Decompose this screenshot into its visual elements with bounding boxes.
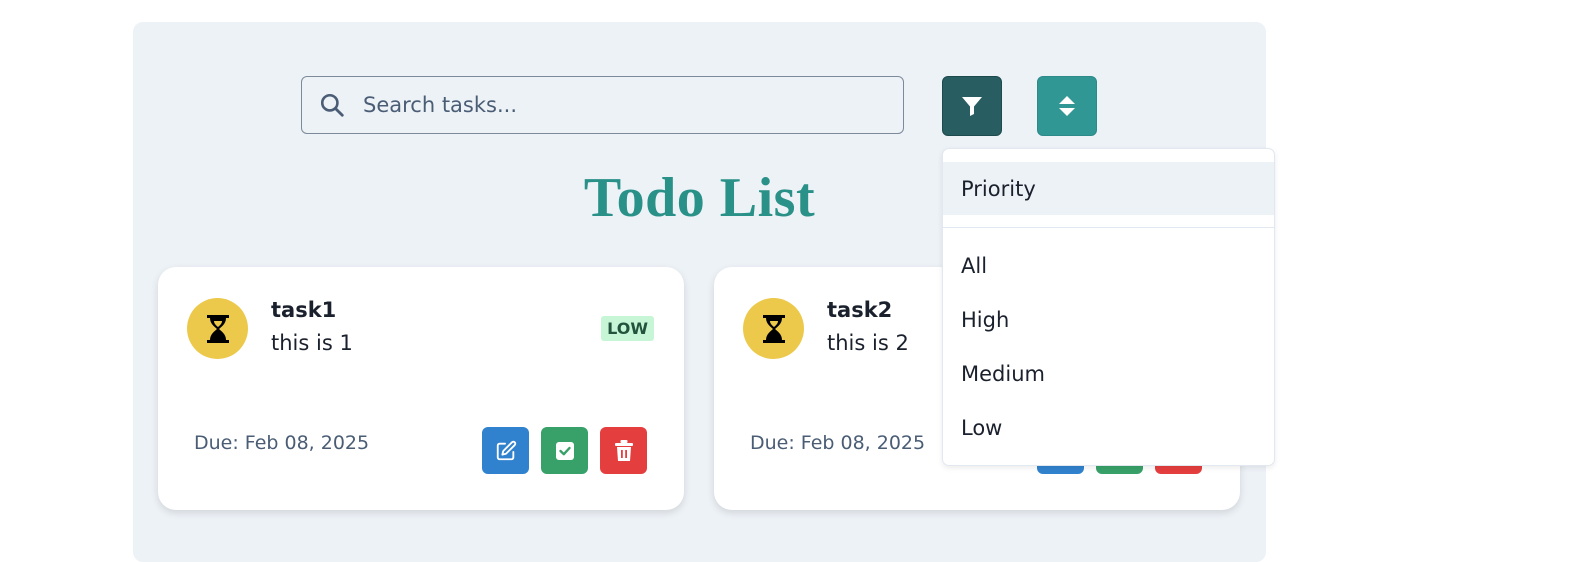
edit-icon (496, 440, 516, 460)
search-icon (320, 93, 344, 117)
sort-button[interactable] (1037, 76, 1097, 136)
search-box[interactable] (301, 76, 904, 134)
sort-icon (1059, 96, 1075, 116)
menu-item-low[interactable]: Low (961, 416, 1002, 440)
menu-divider (943, 227, 1274, 228)
delete-button[interactable] (600, 427, 647, 474)
filter-button[interactable] (942, 76, 1002, 136)
hourglass-icon (762, 314, 785, 343)
task-title: task1 (271, 298, 337, 322)
task-card: task1 this is 1 LOW Due: Feb 08, 2025 (158, 267, 684, 510)
status-avatar (743, 298, 804, 359)
menu-item-all[interactable]: All (961, 254, 987, 278)
menu-item-high[interactable]: High (961, 308, 1009, 332)
menu-group-priority: Priority (943, 162, 1274, 215)
hourglass-icon (206, 314, 229, 343)
filter-icon (962, 97, 982, 116)
due-date: Due: Feb 08, 2025 (750, 432, 926, 454)
trash-icon (614, 439, 633, 461)
search-input[interactable] (361, 92, 885, 118)
edit-button[interactable] (482, 427, 529, 474)
task-description: this is 2 (827, 331, 909, 355)
complete-button[interactable] (541, 427, 588, 474)
filter-menu: Priority All High Medium Low (942, 148, 1275, 466)
task-description: this is 1 (271, 331, 353, 355)
priority-badge: LOW (601, 316, 654, 341)
due-date: Due: Feb 08, 2025 (194, 432, 370, 454)
task-actions (482, 427, 647, 474)
menu-item-medium[interactable]: Medium (961, 362, 1045, 386)
status-avatar (187, 298, 248, 359)
task-title: task2 (827, 298, 893, 322)
check-square-icon (555, 441, 574, 460)
